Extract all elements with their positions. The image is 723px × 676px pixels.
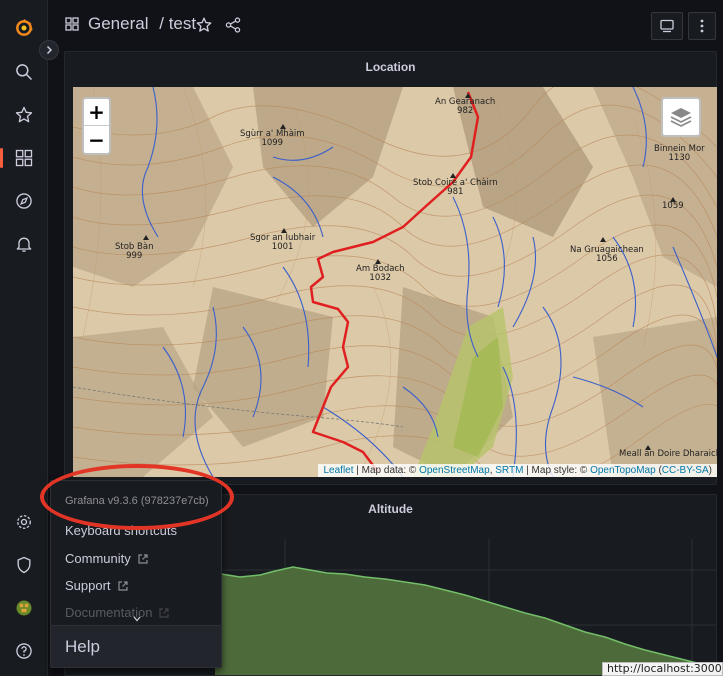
help-title: Help [65,637,100,656]
license-link[interactable]: CC-BY-SA [662,465,709,476]
zoom-control: + − [82,97,111,155]
peak-label: Binnein Mor 1130 [654,144,705,163]
folder-link[interactable]: General [88,14,148,33]
attribution-text: ) [708,465,712,476]
configuration-icon[interactable] [0,502,48,542]
help-icon[interactable] [0,631,48,671]
mark-favorite-icon[interactable] [195,16,213,34]
star-icon[interactable] [0,95,48,135]
dashboards-icon[interactable] [0,138,48,178]
documentation-item[interactable]: Documentation [65,605,170,620]
attribution-text: | Map data: © [353,465,420,476]
external-link-icon [138,553,148,564]
peak-label: An Gearanach 982 [435,97,496,116]
srtm-link[interactable]: SRTM [495,465,523,476]
chevron-right-icon [46,45,53,55]
menu-item-label: Community [65,551,131,566]
explore-icon[interactable] [0,181,48,221]
peak-label: Stob Coire a' Chàirn 981 [413,178,498,197]
dashboard-title[interactable]: test [169,14,196,33]
peak-label: Am Bodach 1032 [356,264,405,283]
altitude-area [215,567,716,675]
monitor-icon [660,19,674,33]
expand-menu-button[interactable] [39,40,59,60]
user-avatar[interactable] [0,588,48,628]
peak-label: Na Gruagaichean 1056 [570,245,644,264]
layers-button[interactable] [661,97,701,137]
more-options-button[interactable] [688,12,716,40]
grafana-logo[interactable] [0,8,48,48]
opentopomap-link[interactable]: OpenTopoMap [590,465,656,476]
peak-label: Stob Bàn 999 [115,242,154,261]
panel-title[interactable]: Location [65,60,716,74]
peak-label: Meall an Doire Dharaich [619,449,717,459]
zoom-out-button[interactable]: − [84,126,109,153]
community-item[interactable]: Community [65,551,149,566]
annotation-circle [40,464,234,530]
share-icon[interactable] [224,16,242,34]
scroll-down-icon[interactable] [133,616,141,622]
support-item[interactable]: Support [65,578,129,593]
peak-label: Sgùrr a' Mhàim 1099 [240,129,305,148]
dashboards-grid-icon [65,17,79,31]
external-link-icon [117,580,128,591]
leaflet-link[interactable]: Leaflet [323,465,353,476]
osm-link[interactable]: OpenStreetMap [419,465,490,476]
layers-icon [670,108,692,127]
tv-mode-button[interactable] [651,12,683,40]
menu-item-label: Support [65,578,111,593]
side-menu [0,0,48,676]
help-menu-header: Help [51,625,221,667]
map-attribution: Leaflet | Map data: © OpenStreetMap, SRT… [318,464,717,477]
search-icon[interactable] [0,52,48,92]
breadcrumb-separator: / [159,14,164,33]
alerting-icon[interactable] [0,224,48,264]
shield-icon[interactable] [0,545,48,585]
peak-label: 1059 [662,201,684,211]
zoom-in-button[interactable]: + [84,99,109,126]
attribution-text: | Map style: © [523,465,591,476]
peak-label: Sgor an Iubhair 1001 [250,233,316,252]
status-url: http://localhost:3000/d [602,662,723,676]
breadcrumb: General / test [88,14,196,34]
kebab-icon [700,19,704,33]
external-link-icon [159,607,170,618]
dashboard-nav: General / test [48,0,723,50]
topo-map[interactable]: An Gearanach 982 Sgùrr a' Mhàim 1099 Stob … [73,87,717,477]
